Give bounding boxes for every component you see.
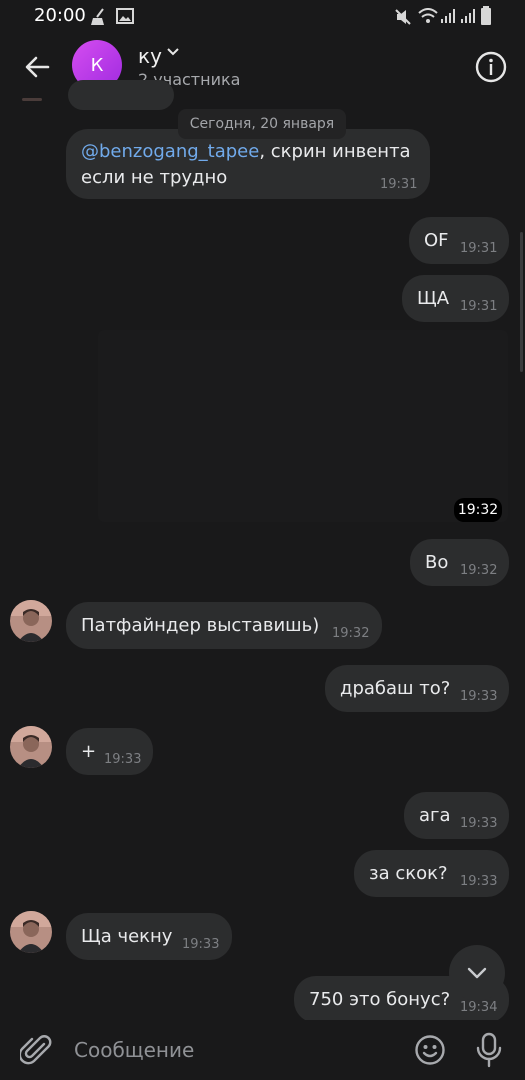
message-outgoing[interactable]: OF 19:31 xyxy=(409,217,509,264)
smile-icon[interactable] xyxy=(414,1034,446,1066)
message-text: + xyxy=(81,741,97,762)
avatar[interactable] xyxy=(10,600,52,642)
message-text: Патфайндер выставишь) xyxy=(81,615,320,636)
scroll-down-button[interactable] xyxy=(449,945,505,1001)
mention-link[interactable]: @benzogang_tapee xyxy=(81,141,259,162)
message-text: за скок? xyxy=(369,863,448,884)
paperclip-icon[interactable] xyxy=(20,1034,52,1068)
message-outgoing[interactable]: ага 19:33 xyxy=(404,792,509,839)
status-time: 20:00 xyxy=(34,5,86,26)
message-time: 19:34 xyxy=(460,1000,498,1015)
message-bubble-partial xyxy=(68,80,174,110)
message-text: ЩА xyxy=(417,288,450,309)
message-incoming[interactable]: + 19:33 xyxy=(66,728,153,775)
info-icon[interactable] xyxy=(474,50,508,84)
broom-icon xyxy=(91,8,104,25)
message-outgoing[interactable]: за скок? 19:33 xyxy=(354,850,509,897)
message-time: 19:33 xyxy=(182,937,220,952)
avatar[interactable] xyxy=(10,726,52,768)
arrow-left-icon[interactable] xyxy=(20,50,54,84)
message-time: 19:33 xyxy=(460,874,498,889)
chat-title[interactable]: ку xyxy=(138,44,162,68)
chevron-down-icon xyxy=(467,967,487,979)
signal-icon xyxy=(441,9,455,23)
image-icon xyxy=(116,8,134,24)
message-incoming[interactable]: @benzogang_tapee, скрин инвента если не … xyxy=(66,129,430,199)
media-time: 19:32 xyxy=(454,498,502,522)
message-text: 750 это бонус? xyxy=(309,989,451,1010)
chevron-down-icon[interactable] xyxy=(166,47,180,57)
message-time: 19:33 xyxy=(460,689,498,704)
status-bar: 20:00 xyxy=(0,0,525,34)
message-incoming[interactable]: Ща чекну 19:33 xyxy=(66,913,232,960)
mute-icon xyxy=(395,9,411,25)
signal-icon xyxy=(461,9,475,23)
avatar-photo xyxy=(10,726,52,768)
message-text: @benzogang_tapee, скрин инвента xyxy=(81,141,411,162)
microphone-icon[interactable] xyxy=(474,1032,504,1068)
wifi-icon xyxy=(418,8,438,23)
scrollbar[interactable] xyxy=(520,232,523,372)
message-time: 19:31 xyxy=(460,241,498,256)
message-outgoing[interactable]: драбаш то? 19:33 xyxy=(325,665,509,712)
avatar-partial xyxy=(22,98,42,101)
message-time: 19:32 xyxy=(332,626,370,641)
avatar-photo xyxy=(10,911,52,953)
date-separator: Сегодня, 20 января xyxy=(178,109,346,139)
message-incoming[interactable]: Патфайндер выставишь) 19:32 xyxy=(66,602,382,649)
media-image[interactable] xyxy=(98,330,508,522)
battery-icon xyxy=(481,6,491,25)
message-outgoing[interactable]: Во 19:32 xyxy=(410,539,509,586)
avatar-letter: К xyxy=(90,54,104,76)
avatar[interactable] xyxy=(10,911,52,953)
message-time: 19:31 xyxy=(380,177,418,192)
message-text: драбаш то? xyxy=(340,678,451,699)
avatar-photo xyxy=(10,600,52,642)
message-time: 19:33 xyxy=(104,752,142,767)
message-text: OF xyxy=(424,230,449,251)
message-outgoing[interactable]: ЩА 19:31 xyxy=(402,275,509,322)
message-text: Во xyxy=(425,552,449,573)
message-text: ага xyxy=(419,805,451,826)
message-input[interactable]: Сообщение xyxy=(74,1038,194,1062)
message-text: если не трудно xyxy=(81,167,228,188)
message-time: 19:32 xyxy=(460,563,498,578)
message-time: 19:33 xyxy=(460,816,498,831)
message-text: Ща чекну xyxy=(81,926,173,947)
message-composer: Сообщение xyxy=(0,1020,525,1080)
message-time: 19:31 xyxy=(460,299,498,314)
